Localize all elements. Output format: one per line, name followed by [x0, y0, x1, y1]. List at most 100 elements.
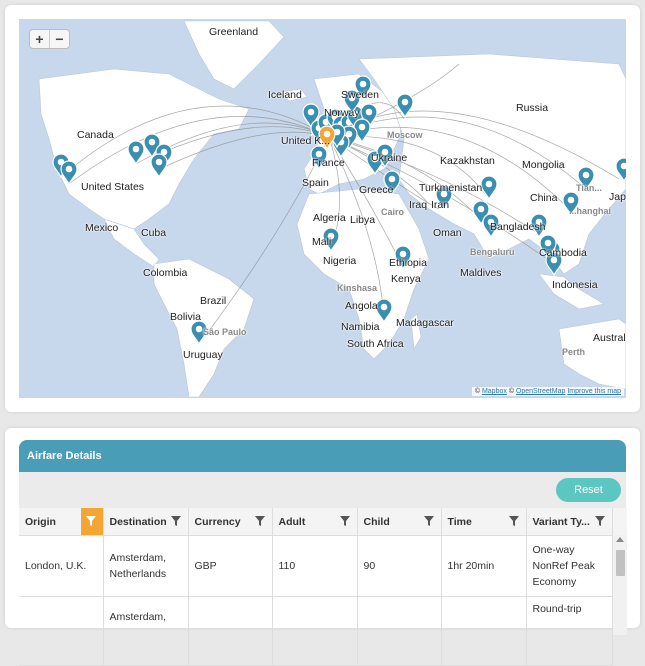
map-label-iran: Iran [431, 199, 450, 211]
column-header-child[interactable]: Child [357, 508, 442, 536]
cell-destination: Amsterdam, Netherlands [103, 535, 189, 597]
map-label-spain: Spain [302, 177, 329, 189]
zoom-in-button[interactable]: + [30, 30, 49, 48]
table-row[interactable]: Amsterdam, Round-trip [19, 596, 613, 666]
map-label-cambodia: Cambodia [539, 247, 587, 259]
column-label: Adult [278, 515, 306, 528]
table-row[interactable]: London, U.K. Amsterdam, Netherlands GBP … [19, 535, 613, 597]
map-label-turkmenistan: Turkmenistan [419, 182, 483, 194]
filter-icon[interactable] [423, 515, 435, 527]
cell-origin [19, 596, 104, 666]
map-label-united-kingdom: United K... [281, 135, 331, 147]
map-label-japan: Japa... [609, 191, 626, 203]
scrollbar-thumb[interactable] [616, 550, 625, 576]
map-label-kinshasa: Kinshasa [337, 283, 378, 293]
cell-child [357, 596, 442, 666]
map-label-mongolia: Mongolia [522, 159, 565, 171]
map-label-bangladesh: Bangladesh [490, 221, 546, 233]
reset-button[interactable]: Reset [556, 478, 621, 502]
column-header-time[interactable]: Time [441, 508, 527, 536]
map-label-russia: Russia [516, 102, 549, 114]
zoom-out-button[interactable]: − [49, 30, 69, 48]
filter-icon[interactable] [170, 515, 182, 527]
map-label-canada: Canada [77, 129, 114, 141]
filter-icon[interactable] [508, 515, 520, 527]
map-label-nigeria: Nigeria [323, 255, 357, 267]
map-label-cuba: Cuba [141, 227, 167, 239]
map-label-perth: Perth [562, 347, 586, 357]
map-label-greece: Greece [359, 184, 394, 196]
map-label-bengaluru: Bengaluru [470, 247, 515, 257]
map-label-australia: Austral... [593, 332, 626, 344]
map-label-cairo: Cairo [381, 207, 405, 217]
openstreetmap-link[interactable]: OpenStreetMap [516, 388, 565, 395]
cell-time: 1hr 20min [441, 535, 527, 597]
map-label-oman: Oman [433, 227, 462, 239]
column-label: Time [447, 515, 472, 528]
map-label-algeria: Algeria [313, 212, 346, 224]
map-label-south-africa: South Africa [347, 338, 404, 350]
cell-currency: GBP [188, 535, 273, 597]
cell-variant: One-way NonRef Peak Economy [526, 535, 613, 597]
map-label-indonesia: Indonesia [552, 279, 598, 291]
map-label-sweden: Sweden [341, 89, 379, 101]
route-map[interactable]: Greenland Iceland Sweden Norway Russia C… [19, 19, 626, 398]
map-label-china: China [530, 192, 558, 204]
column-header-variant-type[interactable]: Variant Ty... [526, 508, 613, 536]
cell-time [441, 596, 527, 666]
map-label-greenland: Greenland [209, 26, 259, 38]
map-canvas [38, 20, 626, 398]
map-card: Greenland Iceland Sweden Norway Russia C… [5, 5, 640, 412]
filter-icon[interactable] [594, 515, 606, 527]
cell-adult [272, 596, 358, 666]
cell-origin: London, U.K. [19, 535, 104, 597]
map-label-france: France [312, 157, 345, 169]
table-scrollbar[interactable] [612, 535, 627, 635]
attrib-prefix: © [474, 388, 480, 395]
map-label-tianjin: Tian... [576, 183, 602, 193]
map-label-bolivia: Bolivia [170, 311, 201, 323]
map-label-libya: Libya [350, 214, 376, 226]
improve-map-link[interactable]: Improve this map [567, 388, 621, 395]
column-header-origin[interactable]: Origin [19, 508, 104, 536]
column-label: Variant Ty... [532, 515, 590, 528]
map-label-united-states: United States [81, 181, 145, 193]
map-label-uruguay: Uruguay [183, 349, 223, 361]
map-label-ethiopia: Ethiopia [389, 257, 427, 269]
column-header-destination[interactable]: Destination [103, 508, 189, 536]
filter-icon[interactable] [85, 515, 97, 527]
map-label-kenya: Kenya [391, 273, 421, 285]
land-masses [38, 20, 626, 398]
airfare-toolbar: Reset [19, 472, 626, 508]
map-label-moscow: Moscow [387, 130, 423, 140]
cell-variant: Round-trip [526, 596, 613, 666]
column-label: Currency [194, 515, 241, 528]
map-label-shanghai: ...hanghai [569, 206, 612, 216]
header-scroll-spacer [612, 508, 627, 536]
column-label: Child [363, 515, 390, 528]
airfare-table: Origin Destination Currency Adult Child … [19, 508, 613, 666]
map-label-colombia: Colombia [143, 267, 188, 279]
zoom-controls: + − [29, 29, 70, 49]
column-header-adult[interactable]: Adult [272, 508, 358, 536]
scroll-up-arrow-icon[interactable] [616, 537, 624, 542]
cell-child: 90 [357, 535, 442, 597]
map-label-iraq: Iraq [409, 199, 428, 211]
map-label-maldives: Maldives [460, 267, 502, 279]
map-label-madagascar: Madagascar [396, 317, 454, 329]
map-label-kazakhstan: Kazakhstan [440, 155, 495, 167]
column-header-currency[interactable]: Currency [188, 508, 273, 536]
map-label-iceland: Iceland [268, 89, 302, 101]
map-label-brazil: Brazil [200, 295, 227, 307]
airfare-card: Airfare Details Reset Origin Destination… [5, 428, 640, 666]
table-header-row: Origin Destination Currency Adult Child … [19, 508, 613, 536]
map-label-sao-paulo: São Paulo [203, 327, 247, 337]
filter-icon[interactable] [254, 515, 266, 527]
map-label-angola: Angola [345, 300, 378, 312]
column-label: Origin [25, 515, 56, 528]
filter-icon[interactable] [339, 515, 351, 527]
airfare-title: Airfare Details [19, 440, 626, 472]
map-label-mali: Mali [312, 236, 332, 248]
mapbox-link[interactable]: Mapbox [482, 388, 507, 395]
column-label: Destination [109, 515, 167, 528]
